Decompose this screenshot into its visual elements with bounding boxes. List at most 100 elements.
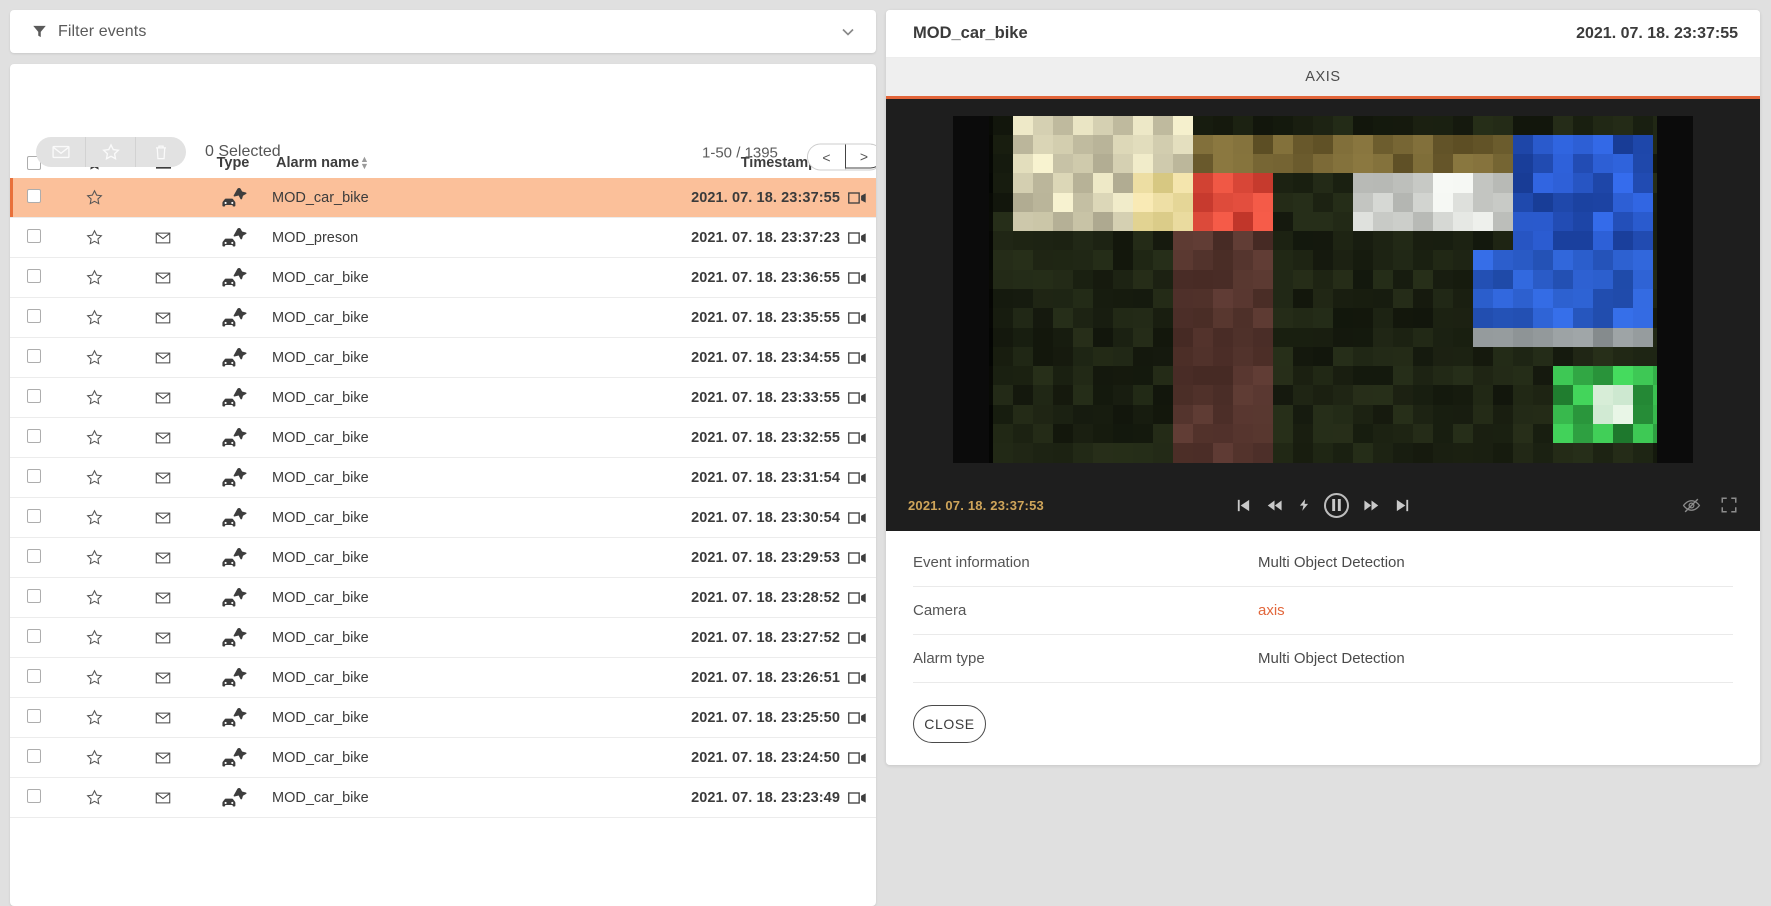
row-read-cell[interactable] [132,698,194,738]
table-row[interactable]: MOD_car_bike2021. 07. 18. 23:26:51 [10,658,876,698]
row-checkbox[interactable] [27,469,41,483]
table-row[interactable]: MOD_car_bike2021. 07. 18. 23:23:49 [10,778,876,818]
row-select-cell[interactable] [10,418,57,458]
table-row[interactable]: MOD_car_bike2021. 07. 18. 23:37:55 [10,178,876,218]
row-camera-cell[interactable] [840,218,876,258]
row-camera-cell[interactable] [840,618,876,658]
row-camera-cell[interactable] [840,578,876,618]
row-star-cell[interactable] [57,698,132,738]
video-camera-icon[interactable] [840,778,876,817]
row-select-cell[interactable] [10,538,57,578]
row-checkbox[interactable] [27,709,41,723]
star-icon[interactable] [57,738,132,777]
envelope-icon[interactable] [132,258,194,297]
row-camera-cell[interactable] [840,418,876,458]
row-read-cell[interactable] [132,618,194,658]
row-read-cell[interactable] [132,498,194,538]
row-camera-cell[interactable] [840,738,876,778]
star-icon[interactable] [57,378,132,417]
table-row[interactable]: MOD_car_bike2021. 07. 18. 23:29:53 [10,538,876,578]
row-checkbox[interactable] [27,429,41,443]
row-read-cell[interactable] [132,658,194,698]
video-camera-icon[interactable] [840,738,876,777]
fullscreen-icon[interactable] [1720,496,1738,514]
table-row[interactable]: MOD_car_bike2021. 07. 18. 23:28:52 [10,578,876,618]
mark-unread-button[interactable] [36,137,86,167]
envelope-icon[interactable] [132,498,194,537]
video-camera-icon[interactable] [840,258,876,297]
row-select-cell[interactable] [10,698,57,738]
star-icon[interactable] [57,778,132,817]
row-star-cell[interactable] [57,618,132,658]
row-checkbox[interactable] [27,229,41,243]
star-icon[interactable] [57,698,132,737]
row-select-cell[interactable] [10,778,57,818]
table-row[interactable]: MOD_car_bike2021. 07. 18. 23:25:50 [10,698,876,738]
envelope-icon[interactable] [132,298,194,337]
row-select-cell[interactable] [10,578,57,618]
row-select-cell[interactable] [10,258,57,298]
close-button[interactable]: CLOSE [913,705,986,743]
sort-icon[interactable]: ▲▼ [360,156,369,170]
star-icon[interactable] [57,658,132,697]
envelope-icon[interactable] [132,738,194,777]
video-camera-icon[interactable] [840,338,876,377]
row-star-cell[interactable] [57,218,132,258]
table-row[interactable]: MOD_car_bike2021. 07. 18. 23:30:54 [10,498,876,538]
video-camera-icon[interactable] [840,618,876,657]
alarm-name-column-header[interactable]: Alarm name ▲▼ [272,148,616,178]
video-camera-icon[interactable] [840,378,876,417]
row-checkbox[interactable] [27,309,41,323]
row-camera-cell[interactable] [840,178,876,218]
info-value[interactable]: axis [1258,602,1285,619]
envelope-icon[interactable] [132,338,194,377]
row-read-cell[interactable] [132,738,194,778]
envelope-icon[interactable] [132,778,194,817]
video-camera-icon[interactable] [840,298,876,337]
row-read-cell[interactable] [132,578,194,618]
pause-icon[interactable] [1324,493,1349,518]
star-icon[interactable] [57,258,132,297]
row-checkbox[interactable] [27,509,41,523]
row-select-cell[interactable] [10,738,57,778]
row-select-cell[interactable] [10,498,57,538]
envelope-icon[interactable] [132,618,194,657]
star-icon[interactable] [57,538,132,577]
star-icon[interactable] [57,618,132,657]
row-camera-cell[interactable] [840,298,876,338]
row-select-cell[interactable] [10,218,57,258]
video-camera-icon[interactable] [840,578,876,617]
envelope-icon[interactable] [132,538,194,577]
video-frame[interactable] [953,116,1693,463]
camera-tab-axis[interactable]: AXIS [886,58,1760,99]
row-read-cell[interactable] [132,178,194,218]
envelope-icon[interactable] [132,418,194,457]
row-read-cell[interactable] [132,258,194,298]
row-star-cell[interactable] [57,778,132,818]
video-camera-icon[interactable] [840,538,876,577]
chevron-down-icon[interactable] [838,22,858,42]
video-camera-icon[interactable] [840,418,876,457]
table-row[interactable]: MOD_car_bike2021. 07. 18. 23:36:55 [10,258,876,298]
star-icon[interactable] [57,338,132,377]
row-read-cell[interactable] [132,418,194,458]
star-icon[interactable] [57,298,132,337]
row-checkbox[interactable] [27,349,41,363]
table-row[interactable]: MOD_preson2021. 07. 18. 23:37:23 [10,218,876,258]
row-checkbox[interactable] [27,549,41,563]
row-star-cell[interactable] [57,298,132,338]
video-camera-icon[interactable] [840,458,876,497]
row-star-cell[interactable] [57,498,132,538]
envelope-icon[interactable] [132,578,194,617]
row-star-cell[interactable] [57,578,132,618]
row-checkbox[interactable] [27,789,41,803]
video-viewport[interactable] [886,99,1760,479]
envelope-icon[interactable] [132,658,194,697]
star-icon[interactable] [57,578,132,617]
table-row[interactable]: MOD_car_bike2021. 07. 18. 23:35:55 [10,298,876,338]
prev-page-button[interactable]: < [808,145,846,170]
row-camera-cell[interactable] [840,698,876,738]
star-icon[interactable] [57,418,132,457]
skip-to-end-icon[interactable] [1394,497,1411,514]
table-row[interactable]: MOD_car_bike2021. 07. 18. 23:24:50 [10,738,876,778]
